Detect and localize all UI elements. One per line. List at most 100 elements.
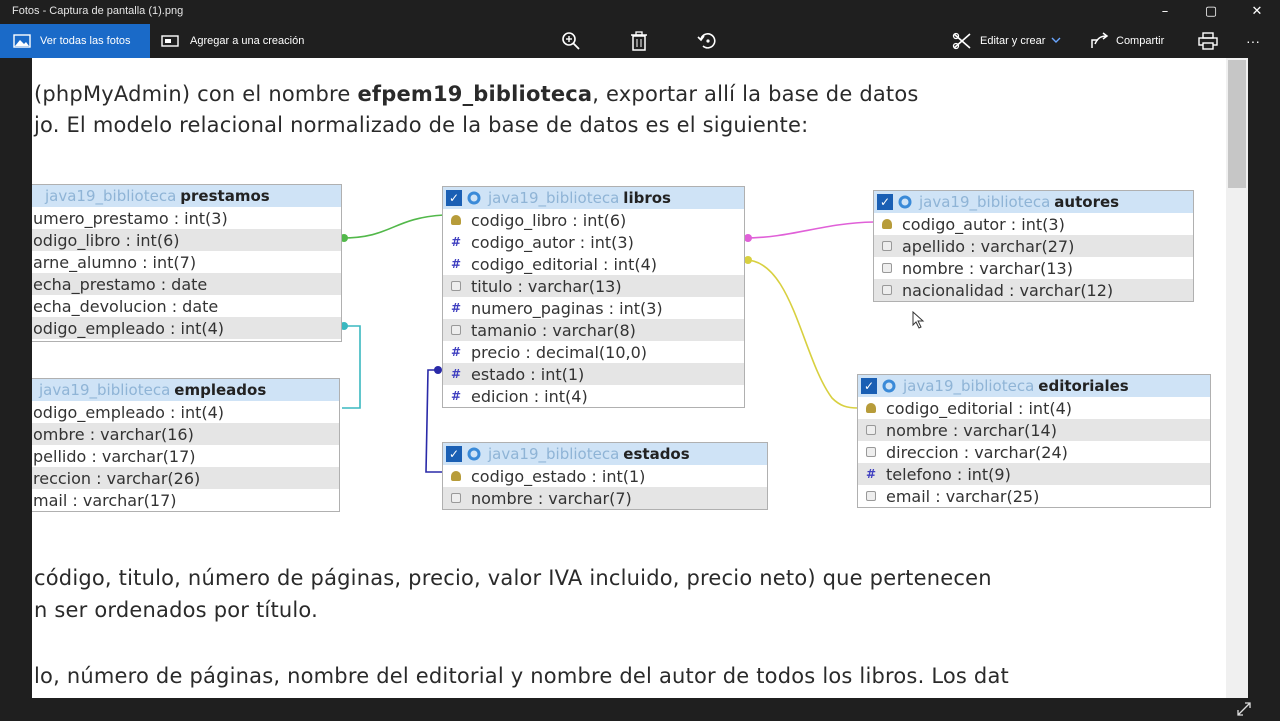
field-row: # estado : int(1) xyxy=(443,363,744,385)
text-field-icon xyxy=(866,491,876,501)
field-label: email : varchar(25) xyxy=(886,486,1040,506)
field-label: tamanio : varchar(8) xyxy=(471,320,636,340)
text-field-icon xyxy=(866,425,876,435)
db-prefix: java19_biblioteca xyxy=(903,377,1035,395)
view-all-photos-button[interactable]: Ver todas las fotos xyxy=(0,24,150,58)
checkbox-icon[interactable]: ✓ xyxy=(446,446,462,462)
field-row: nombre : varchar(13) xyxy=(874,257,1193,279)
zoom-button[interactable] xyxy=(561,24,581,58)
image-canvas: (phpMyAdmin) con el nombre efpem19_bibli… xyxy=(32,58,1248,698)
minimize-button[interactable]: – xyxy=(1142,0,1188,24)
field-label: estado : int(1) xyxy=(471,364,585,384)
field-label: telefono : int(9) xyxy=(886,464,1011,484)
table-estados[interactable]: ✓ java19_biblioteca estados codigo_estad… xyxy=(442,442,768,510)
gear-icon xyxy=(466,190,482,206)
field-label: titulo : varchar(13) xyxy=(471,276,622,296)
relation-libros-autores xyxy=(743,221,875,239)
field-row: # edicion : int(4) xyxy=(443,385,744,407)
gear-icon xyxy=(881,378,897,394)
table-autores[interactable]: ✓ java19_biblioteca autores codigo_autor… xyxy=(873,190,1194,302)
table-editoriales-header: ✓ java19_biblioteca editoriales xyxy=(858,375,1210,397)
field-label: nombre : varchar(7) xyxy=(471,488,632,508)
table-empleados[interactable]: java19_biblioteca empleados odigo_emplea… xyxy=(32,378,340,512)
field-row: nombre : varchar(7) xyxy=(443,487,767,509)
field-label: codigo_autor : int(3) xyxy=(902,214,1065,234)
field-row: direccion : varchar(24) xyxy=(858,441,1210,463)
db-prefix: java19_biblioteca xyxy=(488,445,620,463)
edit-icon xyxy=(952,31,972,51)
field-row: codigo_editorial : int(4) xyxy=(858,397,1210,419)
table-libros-header: ✓ java19_biblioteca libros xyxy=(443,187,744,209)
doc-line-4: n ser ordenados por título. xyxy=(34,598,318,622)
relation-prestamos-empleados xyxy=(342,325,361,409)
field-row: nombre : varchar(14) xyxy=(858,419,1210,441)
field-label: nacionalidad : varchar(12) xyxy=(902,280,1114,300)
edit-create-button[interactable]: Editar y crear xyxy=(952,24,1061,58)
field-row: email : varchar(25) xyxy=(858,485,1210,507)
checkbox-icon[interactable]: ✓ xyxy=(861,378,877,394)
more-options-button[interactable]: ··· xyxy=(1246,24,1260,58)
numeric-field-icon: # xyxy=(451,367,462,381)
field-row: arne_alumno : int(7) xyxy=(33,252,197,272)
share-icon xyxy=(1090,31,1110,51)
primary-key-icon xyxy=(451,215,461,225)
numeric-field-icon: # xyxy=(451,345,462,359)
field-row: tamanio : varchar(8) xyxy=(443,319,744,341)
field-row: nacionalidad : varchar(12) xyxy=(874,279,1193,301)
field-row: codigo_estado : int(1) xyxy=(443,465,767,487)
share-button[interactable]: Compartir xyxy=(1090,24,1164,58)
field-label: codigo_editorial : int(4) xyxy=(886,398,1072,418)
field-row: mail : varchar(17) xyxy=(33,490,177,510)
field-row: umero_prestamo : int(3) xyxy=(33,208,228,228)
table-empleados-header: java19_biblioteca empleados xyxy=(32,379,339,401)
table-name: autores xyxy=(1054,193,1120,211)
rotate-button[interactable] xyxy=(697,24,717,58)
zoom-in-icon xyxy=(561,31,581,51)
numeric-field-icon: # xyxy=(866,467,877,481)
field-label: codigo_autor : int(3) xyxy=(471,232,634,252)
field-label: codigo_estado : int(1) xyxy=(471,466,646,486)
table-libros[interactable]: ✓ java19_biblioteca libros codigo_libro … xyxy=(442,186,745,408)
slideshow-icon xyxy=(160,31,180,51)
field-label: apellido : varchar(27) xyxy=(902,236,1075,256)
expand-icon[interactable] xyxy=(1236,701,1252,721)
print-button[interactable] xyxy=(1198,24,1218,58)
add-to-creation-button[interactable]: Agregar a una creación xyxy=(160,24,304,58)
field-label: nombre : varchar(13) xyxy=(902,258,1073,278)
primary-key-icon xyxy=(882,219,892,229)
title-bar: Fotos - Captura de pantalla (1).png – ▢ … xyxy=(0,0,1280,24)
field-row: echa_prestamo : date xyxy=(32,273,341,295)
field-label: edicion : int(4) xyxy=(471,386,588,406)
table-name: prestamos xyxy=(180,187,270,205)
checkbox-icon[interactable]: ✓ xyxy=(446,190,462,206)
field-label: direccion : varchar(24) xyxy=(886,442,1068,462)
db-prefix: java19_biblioteca xyxy=(45,187,177,205)
field-row: # codigo_autor : int(3) xyxy=(443,231,744,253)
text-field-icon xyxy=(882,263,892,273)
relation-libros-estados xyxy=(425,369,442,473)
field-row: odigo_empleado : int(4) xyxy=(32,317,341,339)
view-all-photos-label: Ver todas las fotos xyxy=(40,35,131,47)
table-name: estados xyxy=(623,445,690,463)
checkbox-icon[interactable]: ✓ xyxy=(877,194,893,210)
field-label: numero_paginas : int(3) xyxy=(471,298,663,318)
window-title: Fotos - Captura de pantalla (1).png xyxy=(12,5,184,17)
field-row: # telefono : int(9) xyxy=(858,463,1210,485)
close-button[interactable]: ✕ xyxy=(1234,0,1280,24)
scrollbar-thumb[interactable] xyxy=(1228,60,1246,188)
table-name: libros xyxy=(623,189,671,207)
maximize-button[interactable]: ▢ xyxy=(1188,0,1234,24)
field-label: codigo_editorial : int(4) xyxy=(471,254,657,274)
relation-prestamos-libros xyxy=(341,214,445,239)
delete-button[interactable] xyxy=(629,24,649,58)
trash-icon xyxy=(629,31,649,51)
text-field-icon xyxy=(882,241,892,251)
table-editoriales[interactable]: ✓ java19_biblioteca editoriales codigo_e… xyxy=(857,374,1211,508)
text-field-icon xyxy=(866,447,876,457)
add-to-creation-label: Agregar a una creación xyxy=(190,35,305,47)
toolbar: Ver todas las fotos Agregar a una creaci… xyxy=(0,24,1280,58)
table-prestamos[interactable]: java19_biblioteca prestamos umero_presta… xyxy=(32,184,342,342)
numeric-field-icon: # xyxy=(451,257,462,271)
field-row: # numero_paginas : int(3) xyxy=(443,297,744,319)
gear-icon xyxy=(466,446,482,462)
